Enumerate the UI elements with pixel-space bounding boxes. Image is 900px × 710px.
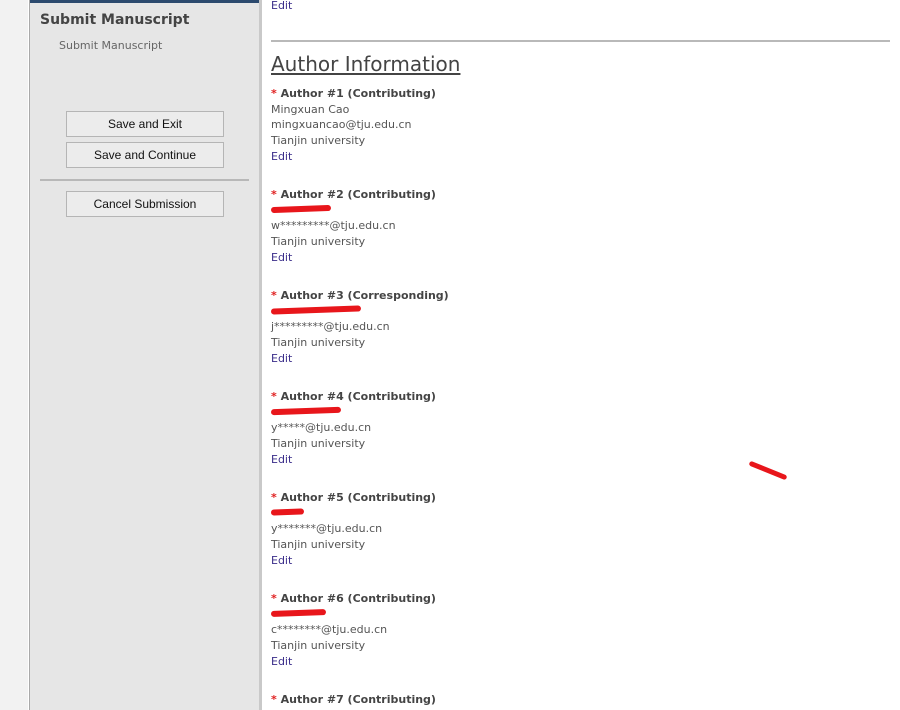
author-block: * Author #6 (Contributing) c********@tju.… [270,591,571,670]
author-header: * Author #3 (Corresponding) [271,288,571,304]
author-block: * Author #4 (Contributing) y*****@tju.edu… [270,389,571,468]
author-header: * Author #4 (Contributing) [271,389,571,405]
required-marker: * [271,693,277,706]
author-edit-link[interactable]: Edit [271,149,571,165]
author-header-text: Author #4 (Contributing) [280,390,436,403]
author-affiliation: Tianjin university [271,336,366,350]
redacted-name [270,506,571,522]
redacted-name [270,203,571,219]
sidebar-top-bar [30,0,259,3]
author-header: * Author #6 (Contributing) [271,591,571,607]
author-email: w*********@tju.edu.cn [271,219,396,233]
author-header-text: Author #3 (Corresponding) [280,289,449,302]
author-email: y*****@tju.edu.cn [271,421,372,435]
author-header: * Author #5 (Contributing) [271,490,571,506]
redaction-mark [748,460,788,481]
required-marker: * [271,87,277,100]
author-header-text: Author #7 (Contributing) [280,693,436,706]
window-edge [0,0,28,710]
author-affiliation: Tianjin university [271,437,366,451]
author-header-text: Author #6 (Contributing) [280,592,436,605]
author-header-text: Author #1 (Contributing) [280,87,436,100]
sidebar: Submit Manuscript Submit Manuscript Save… [29,0,262,710]
sidebar-divider [40,179,249,181]
author-affiliation: Tianjin university [271,538,366,552]
required-marker: * [271,289,277,302]
author-header-text: Author #2 (Contributing) [280,188,436,201]
edit-link[interactable]: Edit [271,0,292,12]
author-email: j*********@tju.edu.cn [271,320,390,334]
author-email: c********@tju.edu.cn [271,623,388,637]
sidebar-title: Submit Manuscript [40,12,190,28]
section-divider [271,40,890,42]
required-marker: * [271,188,277,201]
author-name: Mingxuan Cao [271,102,350,116]
author-email: mingxuancao@tju.edu.cn [271,118,412,132]
author-edit-link[interactable]: Edit [271,654,571,670]
save-and-continue-button[interactable]: Save and Continue [66,142,224,168]
save-and-exit-button[interactable]: Save and Exit [66,111,224,137]
required-marker: * [271,390,277,403]
author-edit-link[interactable]: Edit [271,553,571,569]
required-marker: * [271,491,277,504]
author-header: * Author #7 (Contributing) [271,692,571,708]
author-affiliation: Tianjin university [271,235,366,249]
author-affiliation: Tianjin university [271,134,366,148]
author-email: y*******@tju.edu.cn [271,522,383,536]
cancel-submission-button[interactable]: Cancel Submission [66,191,224,217]
redacted-name [270,405,571,421]
redacted-name [270,304,571,320]
author-edit-link[interactable]: Edit [271,351,571,367]
sidebar-item-submit-manuscript[interactable]: Submit Manuscript [59,39,162,52]
redacted-name [270,607,571,623]
author-block: * Author #7 (Contributing) [271,692,571,708]
required-marker: * [271,592,277,605]
author-header: * Author #2 (Contributing) [271,187,571,203]
author-header-text: Author #5 (Contributing) [280,491,436,504]
author-edit-link[interactable]: Edit [271,250,571,266]
author-block: * Author #5 (Contributing) y*******@tju.e… [270,490,571,569]
section-title: Author Information [271,52,461,76]
author-header: * Author #1 (Contributing) [271,86,571,102]
author-affiliation: Tianjin university [271,639,366,653]
author-block: * Author #3 (Corresponding) j*********@tj… [270,288,571,367]
author-edit-link[interactable]: Edit [271,452,571,468]
author-block: * Author #1 (Contributing) Mingxuan Cao mi… [271,86,571,165]
author-block: * Author #2 (Contributing) w*********@tju… [270,187,571,266]
